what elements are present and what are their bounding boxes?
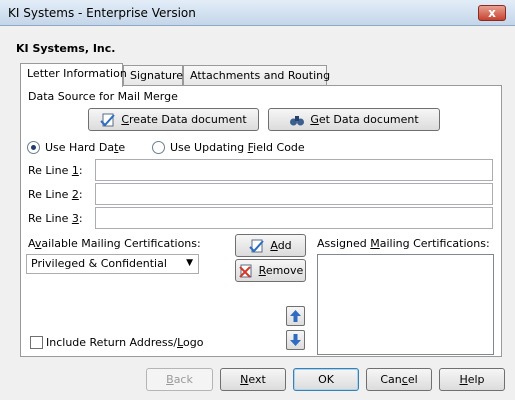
tab-attachments-routing[interactable]: Attachments and Routing bbox=[183, 65, 331, 86]
title-bar: KI Systems - Enterprise Version x bbox=[0, 0, 515, 26]
assigned-certifications-list[interactable] bbox=[317, 254, 494, 355]
use-hard-date-label: Use Hard Date bbox=[45, 141, 126, 154]
re-line-2-input[interactable] bbox=[95, 183, 493, 205]
create-data-document-button[interactable]: Create Data document bbox=[88, 108, 259, 131]
binoculars-icon bbox=[290, 115, 305, 125]
company-name: KI Systems, Inc. bbox=[16, 42, 116, 55]
use-hard-date-radio[interactable] bbox=[27, 141, 40, 154]
move-down-button[interactable] bbox=[286, 330, 305, 350]
re-line-1-input[interactable] bbox=[95, 159, 493, 181]
get-data-document-label: Get Data document bbox=[310, 113, 419, 126]
get-data-document-button[interactable]: Get Data document bbox=[268, 108, 440, 131]
cancel-button[interactable]: Cancel bbox=[366, 368, 432, 391]
tab-label: Signature bbox=[130, 69, 184, 82]
back-label: Back bbox=[166, 373, 193, 386]
re-line-3-input[interactable] bbox=[95, 207, 493, 229]
radio-selected-dot bbox=[31, 145, 36, 150]
next-button[interactable]: Next bbox=[220, 368, 286, 391]
document-check-icon bbox=[100, 113, 116, 126]
tab-letter-information[interactable]: Letter Information bbox=[20, 63, 127, 87]
re-line-2-label: Re Line 2: bbox=[28, 188, 83, 201]
tab-label: Attachments and Routing bbox=[190, 69, 331, 82]
include-return-address-label: Include Return Address/Logo bbox=[46, 336, 204, 349]
chevron-down-icon: ▼ bbox=[186, 258, 193, 268]
remove-x-icon bbox=[238, 264, 252, 278]
use-updating-field-code-radio[interactable] bbox=[152, 141, 165, 154]
include-return-address-checkbox[interactable] bbox=[30, 336, 43, 349]
available-certifications-label: Available Mailing Certifications: bbox=[28, 237, 201, 250]
add-label: Add bbox=[270, 239, 292, 252]
re-line-1-label: Re Line 1: bbox=[28, 164, 83, 177]
re-line-3-label: Re Line 3: bbox=[28, 212, 83, 225]
create-data-document-label: Create Data document bbox=[121, 113, 247, 126]
tab-label: Letter Information bbox=[27, 67, 127, 80]
cancel-label: Cancel bbox=[380, 373, 418, 386]
mail-merge-heading: Data Source for Mail Merge bbox=[28, 90, 178, 103]
available-certifications-select[interactable]: Privileged & Confidential ▼ bbox=[26, 254, 199, 274]
arrow-up-icon bbox=[290, 310, 301, 322]
ok-label: OK bbox=[318, 373, 334, 386]
help-button[interactable]: Help bbox=[439, 368, 505, 391]
add-certification-button[interactable]: Add bbox=[235, 234, 306, 257]
next-label: Next bbox=[240, 373, 266, 386]
move-up-button[interactable] bbox=[286, 306, 305, 326]
use-updating-field-code-label: Use Updating Field Code bbox=[170, 141, 305, 154]
arrow-down-icon bbox=[290, 334, 301, 346]
help-label: Help bbox=[459, 373, 485, 386]
remove-label: Remove bbox=[258, 264, 304, 277]
tab-signature[interactable]: Signature bbox=[123, 65, 183, 86]
window-title: KI Systems - Enterprise Version bbox=[8, 6, 196, 20]
assigned-certifications-label: Assigned Mailing Certifications: bbox=[317, 237, 490, 250]
remove-certification-button[interactable]: Remove bbox=[235, 259, 306, 282]
back-button[interactable]: Back bbox=[146, 368, 213, 391]
close-icon: x bbox=[488, 6, 496, 20]
selected-certification: Privileged & Confidential bbox=[31, 257, 167, 270]
close-button[interactable]: x bbox=[478, 5, 506, 21]
add-check-icon bbox=[249, 239, 265, 252]
ok-button[interactable]: OK bbox=[293, 368, 359, 391]
